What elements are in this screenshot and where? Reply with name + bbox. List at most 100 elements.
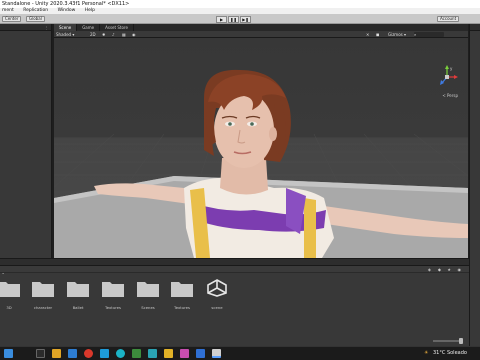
- folder-character[interactable]: character: [30, 279, 56, 310]
- menu-item-window[interactable]: Window: [58, 8, 76, 13]
- folder-3d[interactable]: 3D: [0, 279, 22, 310]
- project-panel: s ◈ ◆ ★ ◉ 3D character Ballet Textures S…: [0, 258, 469, 346]
- gizmos-label: Gizmos: [388, 32, 403, 37]
- app-icon-blue[interactable]: [196, 349, 205, 358]
- scene-asset[interactable]: scene: [204, 279, 230, 310]
- folder-label: Textures: [174, 305, 190, 310]
- step-button[interactable]: ▶❚: [240, 16, 251, 23]
- cortana-icon[interactable]: [116, 349, 125, 358]
- project-filter-icon[interactable]: ◈: [428, 267, 431, 272]
- unity-scene-icon: [207, 279, 227, 297]
- shirt-yellow-stripe-right: [304, 198, 316, 258]
- step-icon: ▶❚: [242, 17, 249, 22]
- os-taskbar: ☀ 31°C Soleado: [0, 346, 480, 360]
- folder-label: Ballet: [72, 305, 84, 310]
- speaker-icon: ♪: [112, 32, 115, 37]
- hierarchy-tab-strip: ⋮: [0, 24, 51, 31]
- tab-game[interactable]: Game: [77, 24, 101, 31]
- tab-scene[interactable]: Scene: [54, 24, 78, 31]
- pause-button[interactable]: ❚❚: [228, 16, 239, 23]
- scene-toolbar: Shaded ▾ 2D ✹ ♪ ▦ ◉ ✕ ◼ Gizmos ▾ ⌕: [54, 31, 468, 38]
- scene-search-input[interactable]: ⌕: [414, 32, 444, 37]
- effects-toggle[interactable]: ▦: [122, 32, 126, 37]
- asset-size-slider[interactable]: [433, 338, 463, 344]
- scene-view: Scene Game Asset Store Shaded ▾ 2D ✹ ♪ ▦…: [54, 24, 468, 258]
- orientation-gizmo[interactable]: y: [434, 64, 460, 90]
- pivot-global-button[interactable]: Global: [26, 16, 45, 22]
- app-icon-pink[interactable]: [180, 349, 189, 358]
- start-icon[interactable]: [4, 349, 13, 358]
- lightbulb-icon: ✹: [102, 32, 106, 37]
- gizmo-persp-label[interactable]: < Persp: [442, 93, 458, 98]
- folder-label: Textures: [105, 305, 121, 310]
- tab-asset-store[interactable]: Asset Store: [100, 24, 134, 31]
- account-button[interactable]: Account: [437, 16, 460, 22]
- mode-2d-label: 2D: [90, 32, 96, 37]
- tab-asset-store-label: Asset Store: [105, 25, 128, 30]
- mail-icon[interactable]: [100, 349, 109, 358]
- project-tab-strip: s: [0, 259, 469, 275]
- effects-icon: ▦: [122, 32, 126, 37]
- folder-icon: [0, 282, 20, 297]
- folder-icon: [67, 282, 89, 297]
- search-icon: ⌕: [414, 32, 417, 37]
- folder-label: character: [33, 305, 53, 310]
- main-toolbar: Center Global ▶ ❚❚ ▶❚ Account: [0, 14, 480, 24]
- menu-item-ment[interactable]: ment: [2, 8, 14, 13]
- file-explorer-icon[interactable]: [52, 349, 61, 358]
- photos-icon[interactable]: [148, 349, 157, 358]
- menu-item-help[interactable]: Help: [85, 8, 95, 13]
- scene-render: [54, 69, 468, 258]
- pause-icon: ❚❚: [230, 17, 237, 22]
- inspector-panel: [469, 24, 480, 346]
- eye-icon: ◉: [132, 32, 136, 37]
- hidden-objects-toggle[interactable]: ◉: [132, 32, 136, 37]
- folder-ballet[interactable]: Ballet: [65, 279, 91, 310]
- folder-scenes[interactable]: Scenes: [135, 279, 161, 310]
- folder-label: 3D: [6, 305, 12, 310]
- project-eye-icon[interactable]: ◉: [458, 267, 462, 272]
- edge-browser-icon[interactable]: [68, 349, 77, 358]
- unity-app-icon[interactable]: [212, 349, 221, 358]
- app-icon-green[interactable]: [132, 349, 141, 358]
- audio-toggle[interactable]: ♪: [112, 32, 115, 37]
- folder-icon: [32, 282, 54, 297]
- play-button[interactable]: ▶: [216, 16, 227, 23]
- unity-editor-screen: Standalone - Unity 2020.3.43f1 Personal*…: [0, 0, 480, 360]
- project-label-icon[interactable]: ◆: [438, 267, 441, 272]
- asset-size-slider-handle[interactable]: [459, 338, 463, 344]
- scene-asset-label: scene: [211, 305, 223, 310]
- tools-icon-button[interactable]: ✕: [366, 32, 369, 37]
- mode-2d-toggle[interactable]: 2D: [90, 32, 96, 37]
- window-title: Standalone - Unity 2020.3.43f1 Personal*…: [2, 1, 130, 7]
- camera-settings-button[interactable]: ◼: [376, 32, 379, 37]
- panel-menu-icon[interactable]: ⋮: [44, 25, 49, 30]
- pivot-global-label: Global: [29, 16, 42, 21]
- folder-textures-2[interactable]: Textures: [169, 279, 195, 310]
- character-ear: [269, 127, 277, 141]
- tab-scene-label: Scene: [59, 25, 72, 30]
- tab-game-label: Game: [82, 25, 95, 30]
- character-right-iris: [250, 122, 254, 126]
- shading-mode-label: Shaded: [56, 32, 72, 37]
- hierarchy-panel: ⋮: [0, 24, 52, 258]
- play-icon: ▶: [219, 17, 224, 22]
- app-icon-yellow[interactable]: [164, 349, 173, 358]
- window-title-bar: Standalone - Unity 2020.3.43f1 Personal*…: [0, 0, 480, 8]
- shading-mode-dropdown[interactable]: Shaded ▾: [56, 32, 74, 37]
- task-view-icon[interactable]: [36, 349, 45, 358]
- pivot-center-button[interactable]: Center: [2, 16, 22, 22]
- tools-icon: ✕: [366, 32, 370, 37]
- weather-temperature[interactable]: 31°C Soleado: [433, 350, 467, 356]
- project-star-icon[interactable]: ★: [447, 267, 451, 272]
- play-controls: ▶ ❚❚ ▶❚: [216, 16, 252, 23]
- opera-icon[interactable]: [84, 349, 93, 358]
- folder-textures-1[interactable]: Textures: [100, 279, 126, 310]
- scene-viewport[interactable]: y < Persp: [54, 38, 468, 258]
- camera-icon: ◼: [376, 32, 380, 37]
- pivot-center-label: Center: [5, 16, 19, 21]
- folder-icon: [102, 282, 124, 297]
- lighting-toggle[interactable]: ✹: [102, 32, 105, 37]
- menu-item-replication[interactable]: Replication: [23, 8, 48, 13]
- gizmos-dropdown[interactable]: Gizmos ▾: [388, 32, 406, 37]
